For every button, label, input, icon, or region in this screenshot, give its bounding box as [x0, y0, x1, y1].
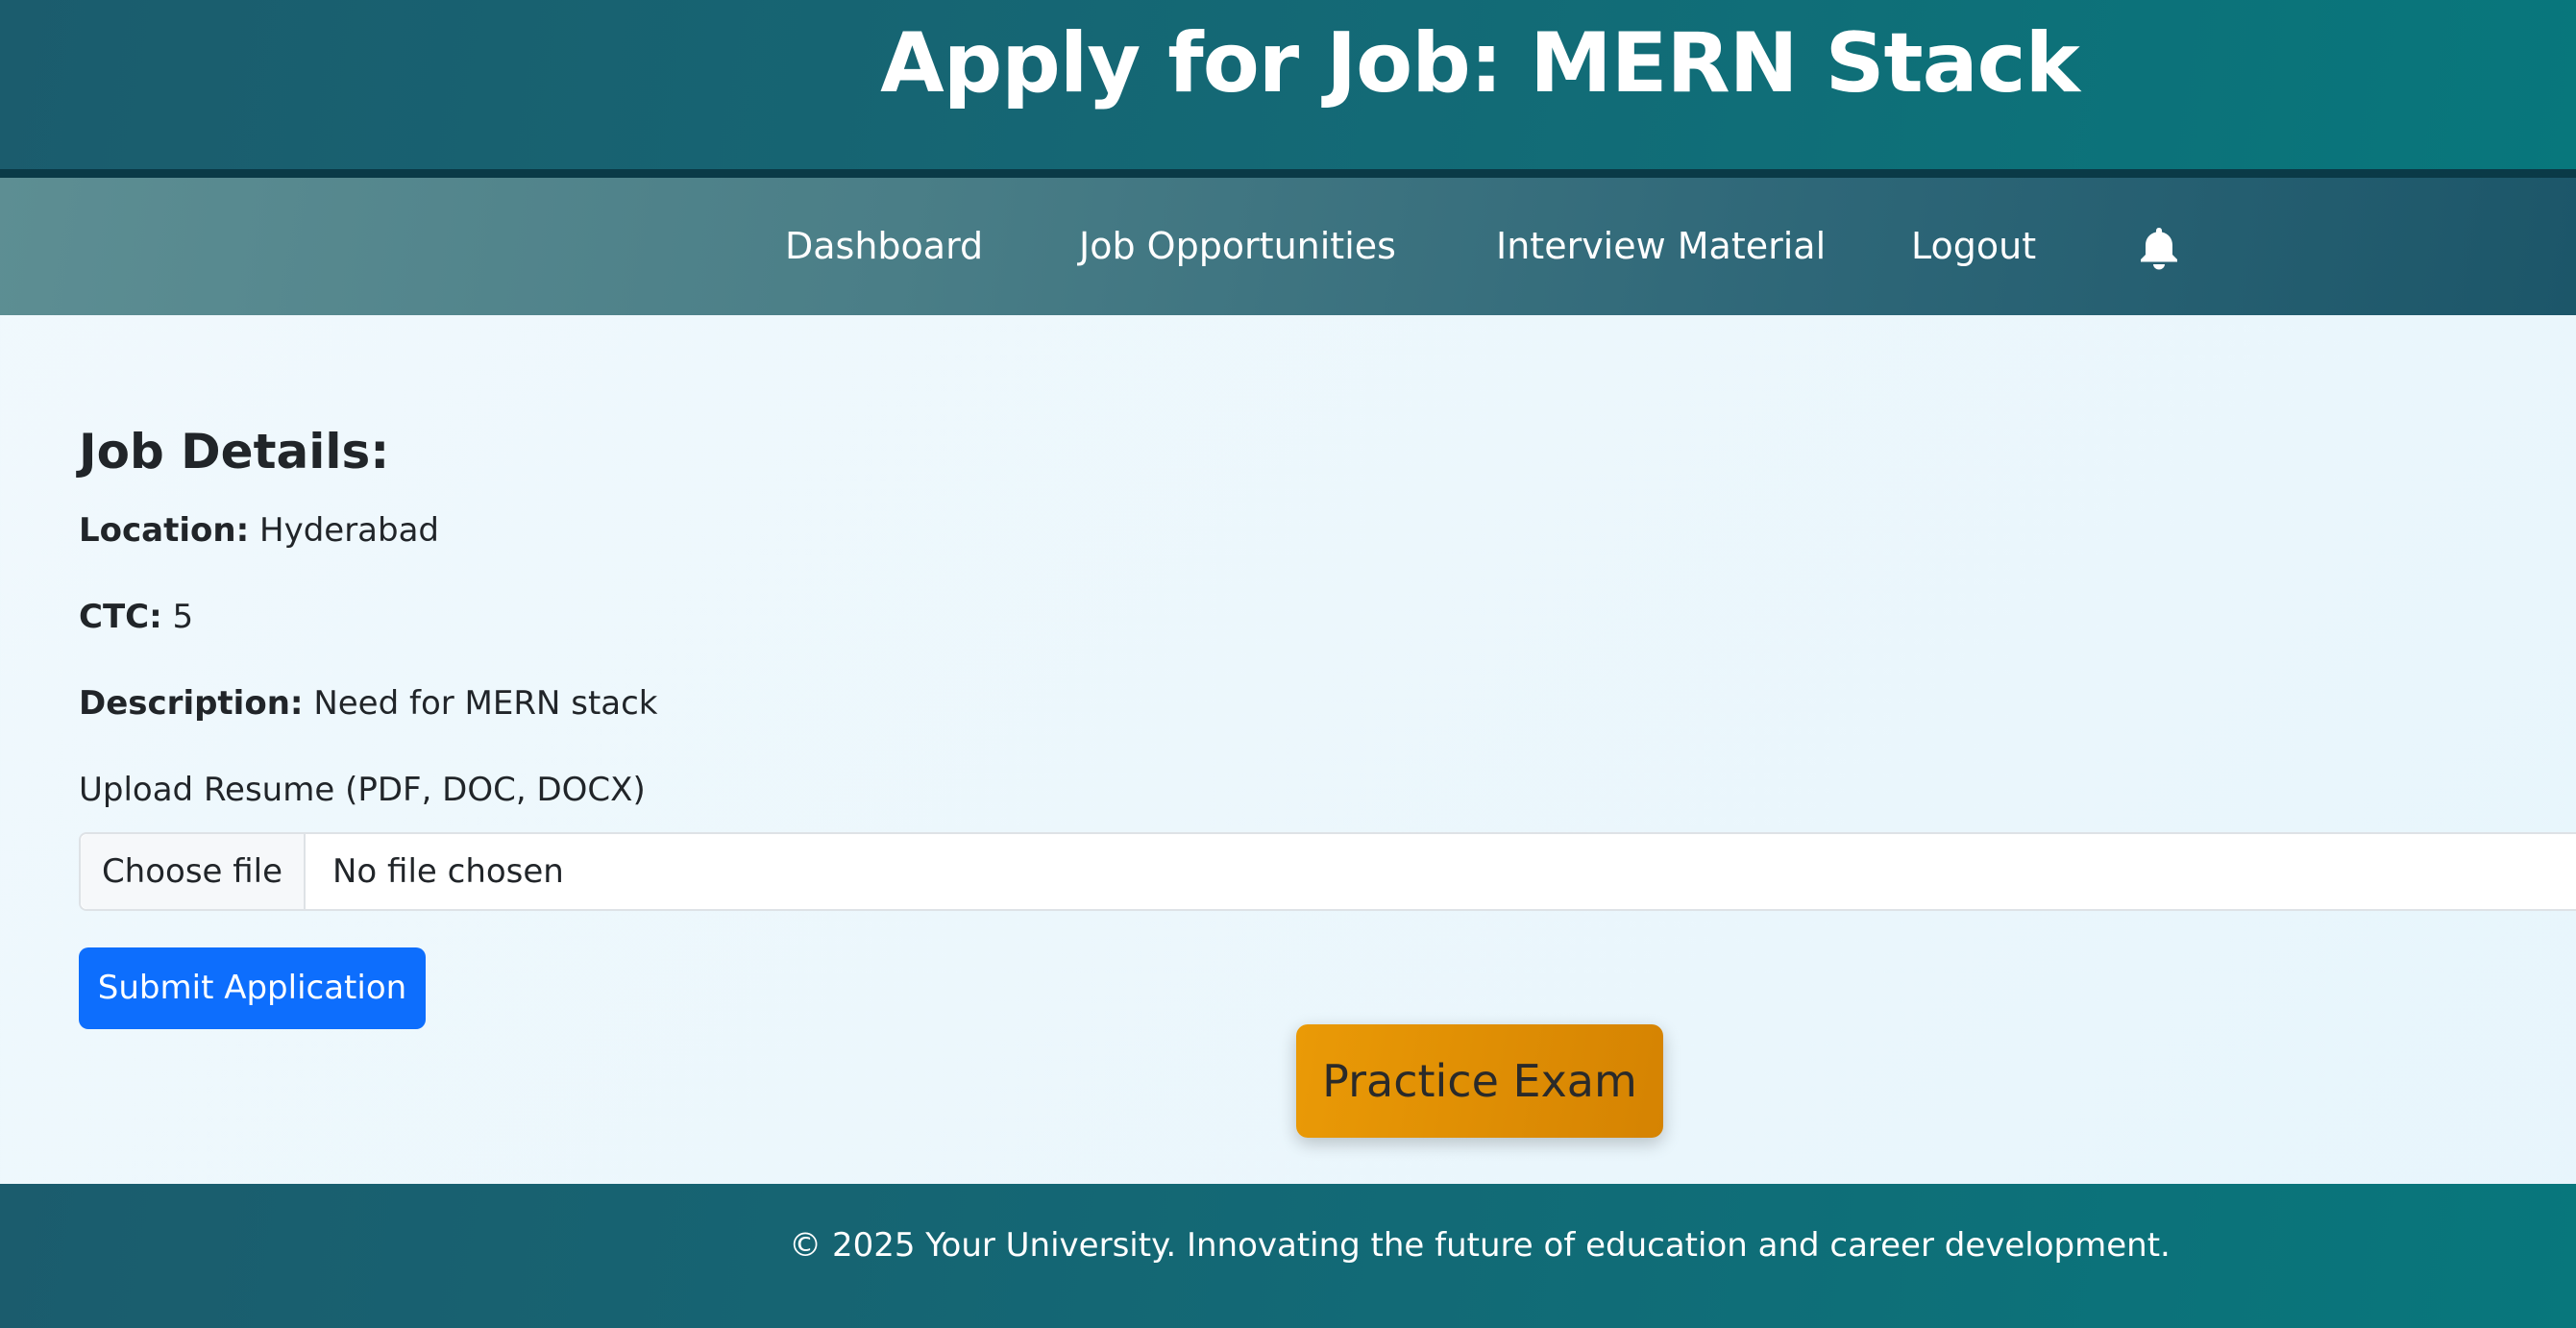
upload-resume-label: Upload Resume (PDF, DOC, DOCX) [79, 771, 646, 809]
nav-interview-material[interactable]: Interview Material [1496, 178, 1826, 315]
choose-file-button[interactable]: Choose file [81, 834, 306, 909]
footer-text: © 2025 Your University. Innovating the f… [789, 1226, 2171, 1265]
page-footer: © 2025 Your University. Innovating the f… [0, 1184, 2576, 1328]
practice-exam-button[interactable]: Practice Exam [1296, 1024, 1663, 1138]
ctc-value: 5 [172, 598, 194, 636]
resume-file-input[interactable]: Choose file No file chosen [79, 832, 2576, 911]
nav-logout[interactable]: Logout [1911, 178, 2036, 315]
job-details-heading: Job Details: [79, 424, 390, 480]
page-title: Apply for Job: MERN Stack [880, 15, 2080, 111]
bell-icon[interactable] [2139, 226, 2179, 270]
ctc-label: CTC: [79, 598, 162, 636]
header-divider [0, 169, 2576, 178]
navbar: Dashboard Job Opportunities Interview Ma… [0, 178, 2576, 315]
job-location: Location: Hyderabad [79, 509, 439, 552]
job-ctc: CTC: 5 [79, 596, 193, 638]
description-label: Description: [79, 684, 304, 723]
nav-dashboard[interactable]: Dashboard [785, 178, 983, 315]
location-value: Hyderabad [259, 511, 440, 550]
job-description: Description: Need for MERN stack [79, 682, 658, 725]
location-label: Location: [79, 511, 250, 550]
file-status-text: No file chosen [332, 852, 564, 891]
submit-application-button[interactable]: Submit Application [79, 947, 426, 1029]
description-value: Need for MERN stack [313, 684, 658, 723]
nav-job-opportunities[interactable]: Job Opportunities [1079, 178, 1396, 315]
page-header: Apply for Job: MERN Stack [0, 0, 2576, 169]
